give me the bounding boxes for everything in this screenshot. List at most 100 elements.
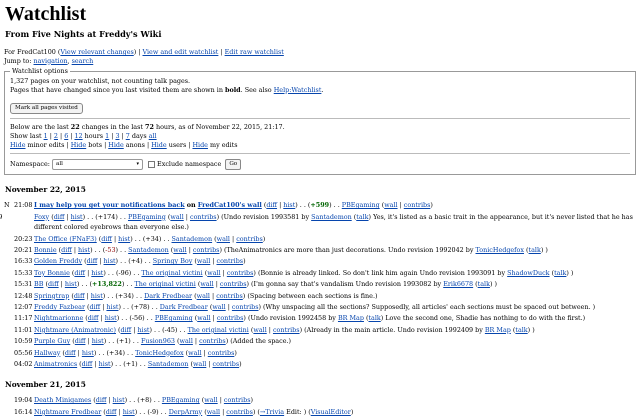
hours-1-link[interactable]: 1 xyxy=(44,132,48,140)
user-wall-link[interactable]: wall xyxy=(173,246,186,254)
user-contribs-link[interactable]: contribs xyxy=(216,257,243,265)
user-link[interactable]: PBEgaming xyxy=(128,213,166,221)
user-contribs-link[interactable]: contribs xyxy=(227,269,254,277)
page-link[interactable]: Nightmare (Animatronic) xyxy=(34,326,116,334)
summary-talk-link[interactable]: talk xyxy=(515,326,527,334)
days-1-link[interactable]: 1 xyxy=(105,132,109,140)
hours-6-link[interactable]: 6 xyxy=(64,132,68,140)
summary-talk-link[interactable]: talk xyxy=(554,269,566,277)
user-link[interactable]: Fusion963 xyxy=(141,337,175,345)
hist-link[interactable]: hist xyxy=(106,303,118,311)
hist-link[interactable]: hist xyxy=(118,235,130,243)
user-wall-link[interactable]: wall xyxy=(384,201,397,209)
hours-2-link[interactable]: 2 xyxy=(54,132,58,140)
user-wall-link[interactable]: wall xyxy=(212,303,225,311)
page-link[interactable]: I may help you get your notifications ba… xyxy=(34,201,185,209)
jump-search-link[interactable]: search xyxy=(72,57,94,65)
days-7-link[interactable]: 7 xyxy=(126,132,130,140)
page-link[interactable]: Golden Freddy xyxy=(34,257,82,265)
diff-link[interactable]: diff xyxy=(54,213,65,221)
user-link[interactable]: Santademon xyxy=(172,235,213,243)
jump-navigation-link[interactable]: navigation xyxy=(33,57,67,65)
hide-bots-link[interactable]: Hide xyxy=(71,141,87,149)
user-wall-link[interactable]: wall xyxy=(197,292,210,300)
hist-link[interactable]: hist xyxy=(99,360,111,368)
hist-link[interactable]: hist xyxy=(105,314,117,322)
summary-talk-link[interactable]: talk xyxy=(529,246,541,254)
namespace-select[interactable]: all ▾ xyxy=(52,158,143,170)
user-link[interactable]: PBEgaming xyxy=(155,314,193,322)
page-link[interactable]: Purple Guy xyxy=(34,337,70,345)
user-contribs-link[interactable]: contribs xyxy=(217,314,244,322)
all-link[interactable]: all xyxy=(149,132,157,140)
hide-minor-link[interactable]: Hide xyxy=(10,141,26,149)
hide-users-link[interactable]: Hide xyxy=(151,141,167,149)
hist-link[interactable]: hist xyxy=(91,269,103,277)
page-link[interactable]: Nightmarionne xyxy=(34,314,83,322)
page-link[interactable]: Toy Bonnie xyxy=(34,269,70,277)
hist-link[interactable]: hist xyxy=(283,201,295,209)
page-link[interactable]: Bonnie xyxy=(34,246,57,254)
diff-link[interactable]: diff xyxy=(74,269,85,277)
user-contribs-link[interactable]: contribs xyxy=(208,349,235,357)
user-link[interactable]: PBEgaming xyxy=(342,201,380,209)
diff-link[interactable]: diff xyxy=(106,408,117,416)
mark-all-visited-button[interactable]: Mark all pages visited xyxy=(10,103,83,115)
summary-user-link[interactable]: TonicHedgefox xyxy=(476,246,525,254)
diff-link[interactable]: diff xyxy=(96,396,107,404)
user-contribs-link[interactable]: contribs xyxy=(232,303,259,311)
user-link[interactable]: Santademon xyxy=(148,360,189,368)
summary-talk-link[interactable]: talk xyxy=(356,213,368,221)
user-contribs-link[interactable]: contribs xyxy=(190,213,217,221)
user-wall-link[interactable]: wall xyxy=(207,408,220,416)
user-link[interactable]: The original victini xyxy=(141,269,202,277)
diff-link[interactable]: diff xyxy=(75,337,86,345)
summary-talk-link[interactable]: talk xyxy=(368,314,380,322)
user-contribs-link[interactable]: contribs xyxy=(224,396,251,404)
user-contribs-link[interactable]: contribs xyxy=(273,326,300,334)
page-link[interactable]: Foxy xyxy=(34,213,49,221)
user-wall-link[interactable]: wall xyxy=(207,269,220,277)
go-button[interactable]: Go xyxy=(225,158,242,170)
user-link[interactable]: Santademon xyxy=(128,246,169,254)
view-edit-watchlist-link[interactable]: View and edit watchlist xyxy=(143,48,219,56)
user-wall-link[interactable]: wall xyxy=(193,360,206,368)
help-watchlist-link[interactable]: Help:Watchlist xyxy=(274,86,322,94)
hours-12-link[interactable]: 12 xyxy=(74,132,82,140)
user-link[interactable]: Springy Boy xyxy=(153,257,193,265)
hist-link[interactable]: hist xyxy=(92,337,104,345)
user-wall-link[interactable]: wall xyxy=(197,314,210,322)
hist-link[interactable]: hist xyxy=(71,213,83,221)
hist-link[interactable]: hist xyxy=(113,396,125,404)
summary-user-link[interactable]: BR Map xyxy=(485,326,511,334)
user-wall-link[interactable]: wall xyxy=(170,213,183,221)
days-3-link[interactable]: 3 xyxy=(115,132,119,140)
user-wall-link[interactable]: wall xyxy=(188,349,201,357)
page-link[interactable]: Death Minigames xyxy=(34,396,91,404)
user-contribs-link[interactable]: contribs xyxy=(226,408,253,416)
user-contribs-link[interactable]: contribs xyxy=(216,292,243,300)
hist-link[interactable]: hist xyxy=(82,349,94,357)
user-link[interactable]: Dark Fredbear xyxy=(144,292,192,300)
hist-link[interactable]: hist xyxy=(123,408,135,416)
user-link[interactable]: PBEgaming xyxy=(162,396,200,404)
user-contribs-link[interactable]: contribs xyxy=(199,337,226,345)
diff-link[interactable]: diff xyxy=(61,246,72,254)
edit-raw-watchlist-link[interactable]: Edit raw watchlist xyxy=(225,48,284,56)
user-link[interactable]: The original victini xyxy=(135,280,196,288)
exclude-namespace-checkbox[interactable] xyxy=(148,160,156,168)
summary-talk-link[interactable]: talk xyxy=(478,280,490,288)
hist-link[interactable]: hist xyxy=(91,292,103,300)
diff-link[interactable]: diff xyxy=(65,349,76,357)
user-wall-link[interactable]: wall xyxy=(197,257,210,265)
summary-user-link[interactable]: BR Map xyxy=(338,314,364,322)
diff-link[interactable]: diff xyxy=(90,303,101,311)
page-link[interactable]: The Office (FNaF3) xyxy=(34,235,97,243)
user-wall-link[interactable]: wall xyxy=(200,280,213,288)
user-wall-link[interactable]: wall xyxy=(180,337,193,345)
hist-link[interactable]: hist xyxy=(104,257,116,265)
visualeditor-tag-link[interactable]: VisualEditor xyxy=(311,408,351,416)
user-contribs-link[interactable]: contribs xyxy=(213,360,240,368)
user-contribs-link[interactable]: contribs xyxy=(236,235,263,243)
hide-anons-link[interactable]: Hide xyxy=(108,141,124,149)
